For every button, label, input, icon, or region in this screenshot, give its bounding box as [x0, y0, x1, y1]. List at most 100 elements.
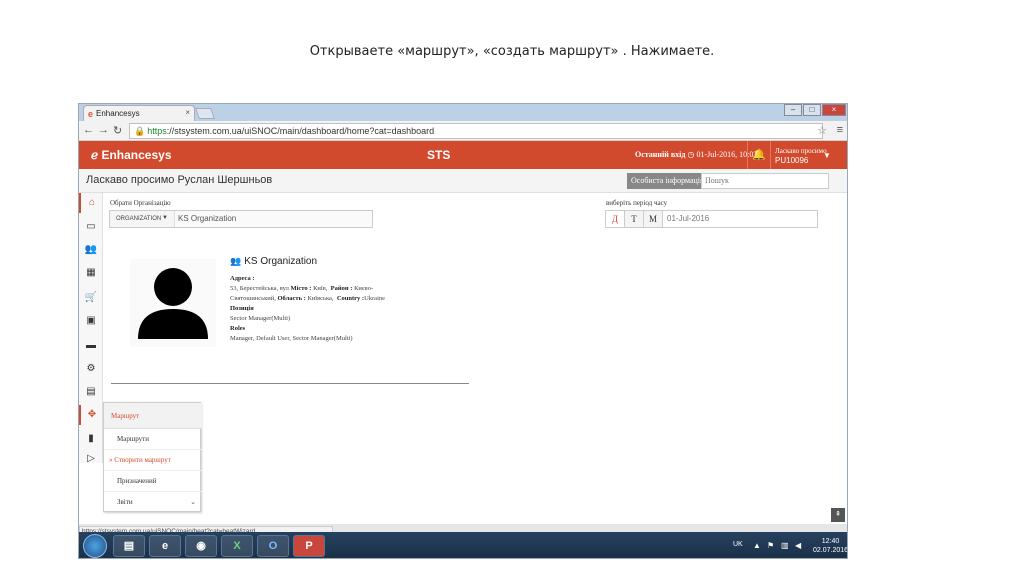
tray-arrow-icon[interactable]: ▲: [753, 541, 761, 550]
language-indicator[interactable]: UK: [733, 541, 743, 548]
address-label: Адреса :: [230, 275, 255, 282]
menu-item-reports[interactable]: Звіти ⌄: [104, 492, 202, 513]
url-input[interactable]: 🔒 https://stsystem.com.ua/uiSNOC/main/das…: [129, 123, 823, 139]
profile-org-name: KS Organization: [244, 256, 318, 267]
inbox-icon[interactable]: ▭: [79, 217, 103, 237]
greeting-bar: Ласкаво просимо Руслан Шершньов Особиста…: [79, 169, 847, 193]
browser-screenshot: e Enhancesys × – □ × ← → ↻ 🔒 https://stsy…: [78, 103, 848, 559]
date-input[interactable]: 01-Jul-2016: [662, 210, 818, 228]
network-icon[interactable]: ▥: [781, 541, 789, 550]
cart-icon[interactable]: 🛒: [79, 288, 103, 308]
start-button[interactable]: [83, 534, 107, 558]
last-login: Останній вхід ◷ 01-Jul-2016, 10:03: [635, 150, 757, 159]
cogs-icon[interactable]: ⚙: [79, 359, 103, 379]
scroll-top-button[interactable]: ⇞: [831, 508, 845, 522]
period-day-button[interactable]: Д: [605, 210, 625, 228]
route-arrows-icon[interactable]: ✥: [79, 405, 103, 425]
district-value: Києво-: [354, 285, 374, 292]
caret-down-icon: ▼: [162, 215, 168, 221]
volume-icon[interactable]: ◀: [795, 541, 801, 550]
forward-icon[interactable]: →: [98, 124, 109, 136]
system-tray: UK ▲ ⚑ ▥ ◀ 12:40 02.07.2016: [729, 532, 847, 558]
windows-taskbar: ▤ e ◉ X O P UK ▲ ⚑ ▥ ◀ 12:40 02.07.2016: [79, 532, 847, 558]
tab-strip: e Enhancesys × – □ ×: [79, 104, 847, 121]
enhancesys-logo-icon: e: [88, 108, 94, 119]
notifications-bell-icon[interactable]: 🔔: [747, 141, 771, 169]
roles-label: Roles: [230, 325, 246, 332]
browser-tab[interactable]: e Enhancesys ×: [83, 105, 195, 121]
address-bar: ← → ↻ 🔒 https://stsystem.com.ua/uiSNOC/ma…: [79, 121, 847, 141]
chrome-icon[interactable]: ◉: [185, 535, 217, 557]
close-window-button[interactable]: ×: [822, 104, 846, 116]
users-icon[interactable]: 👥: [79, 240, 103, 260]
box-icon[interactable]: ▣: [79, 311, 103, 331]
flag-icon[interactable]: ⚑: [767, 541, 774, 550]
roles-value: Manager, Default User, Sector Manager(Mu…: [230, 335, 353, 342]
org-select[interactable]: ORGANIZATION ▼ KS Organization: [109, 210, 373, 228]
welcome-label: Ласкаво просимо: [775, 147, 827, 155]
org-select-value: KS Organization: [174, 211, 372, 227]
reload-icon[interactable]: ↻: [113, 124, 122, 137]
menu-item-assigned[interactable]: Призначений: [104, 471, 202, 492]
chevron-down-icon: ⌄: [190, 498, 196, 506]
position-label: Позиція: [230, 305, 254, 312]
sidebar: ⌂ ▭ 👥 ▦ 🛒 ▣ ▬ ⚙ ▤ ✥ ▮ ▷: [79, 193, 103, 464]
reports-label: Звіти: [117, 498, 133, 506]
org-type-label: ORGANIZATION: [116, 216, 162, 222]
card-icon[interactable]: ▬: [79, 336, 103, 356]
user-menu[interactable]: Ласкаво просимо PU10096: [775, 146, 827, 166]
route-dropdown-menu: Маршрут Маршрути » Створити маршрут Приз…: [103, 402, 202, 513]
personal-info-button[interactable]: Особиста інформація: [627, 173, 708, 189]
user-silhouette-icon: [138, 268, 208, 339]
greeting-text: Ласкаво просимо Руслан Шершньов: [86, 174, 273, 186]
slide-caption: Открываете «маршрут», «создать маршрут» …: [309, 44, 715, 59]
home-icon[interactable]: ⌂: [79, 193, 103, 213]
region-label: Область :: [277, 295, 306, 302]
users-icon: 👥: [230, 256, 242, 266]
explorer-icon[interactable]: ▤: [113, 535, 145, 557]
city-label: Місто :: [290, 285, 312, 292]
document-icon[interactable]: ▤: [79, 382, 103, 402]
minimize-button[interactable]: –: [784, 104, 802, 116]
search-input[interactable]: Пошук: [701, 173, 829, 189]
clock[interactable]: 12:40 02.07.2016: [813, 537, 847, 555]
avatar: [130, 259, 216, 347]
profile-details: Адреса : 53, Берестейська, вул Місто : К…: [230, 274, 410, 344]
city-value: Київ,: [313, 285, 328, 292]
last-login-label: Останній вхід: [635, 150, 686, 159]
position-value: Sector Manager(Multi): [230, 315, 291, 322]
period-week-button[interactable]: Т: [624, 210, 644, 228]
ie-icon[interactable]: e: [149, 535, 181, 557]
lock-icon: 🔒: [134, 126, 146, 136]
period-month-button[interactable]: М: [643, 210, 663, 228]
app-header: ℯ Enhancesys STS Останній вхід ◷ 01-Jul-…: [79, 141, 847, 169]
window-controls: – □ ×: [784, 104, 846, 116]
district-value-2: Святошинський,: [230, 295, 276, 302]
enhancesys-e-icon: ℯ: [91, 148, 99, 162]
brand-logo[interactable]: ℯ Enhancesys: [91, 148, 172, 162]
grid-icon[interactable]: ▦: [79, 263, 103, 283]
menu-item-routes[interactable]: Маршрути: [104, 429, 202, 450]
tab-close-icon[interactable]: ×: [185, 108, 190, 117]
route-menu-header[interactable]: Маршрут: [104, 403, 202, 429]
outlook-icon[interactable]: O: [257, 535, 289, 557]
menu-item-create-route[interactable]: » Створити маршрут: [104, 450, 202, 471]
clock-icon: ◷: [687, 150, 695, 159]
browser-menu-icon[interactable]: ≡: [837, 124, 843, 136]
district-label: Район :: [330, 285, 353, 292]
excel-icon[interactable]: X: [221, 535, 253, 557]
bookmark-star-icon[interactable]: ☆: [817, 124, 827, 137]
new-tab-button[interactable]: [194, 108, 216, 119]
url-scheme: https: [147, 126, 167, 136]
org-filter-label: Обрати Організацію: [110, 199, 171, 207]
back-icon[interactable]: ←: [83, 124, 94, 136]
play-icon[interactable]: ▷: [79, 449, 103, 469]
file-icon[interactable]: ▮: [79, 429, 103, 449]
clock-time: 12:40: [821, 538, 840, 545]
caret-down-icon[interactable]: ▼: [823, 151, 831, 160]
region-value: Київська,: [307, 295, 334, 302]
period-selector: Д Т М 01-Jul-2016: [605, 210, 818, 228]
powerpoint-icon[interactable]: P: [293, 535, 325, 557]
maximize-button[interactable]: □: [803, 104, 821, 116]
address-line: 53, Берестейська, вул: [230, 285, 289, 292]
